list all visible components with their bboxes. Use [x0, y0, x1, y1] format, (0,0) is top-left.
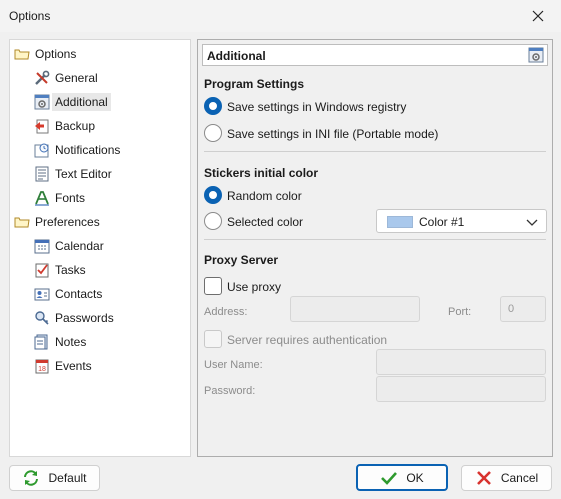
calendar-icon: [34, 238, 50, 254]
svg-text:18: 18: [38, 366, 46, 373]
checkmark-icon: [380, 469, 398, 487]
option-save-registry-label[interactable]: Save settings in Windows registry: [227, 100, 406, 114]
password-label: Password:: [204, 385, 256, 397]
option-save-ini-label[interactable]: Save settings in INI file (Portable mode…: [227, 127, 438, 141]
username-label: User Name:: [204, 359, 263, 371]
tree-item-tasks[interactable]: Tasks: [34, 259, 86, 281]
text-editor-icon: [34, 166, 50, 182]
title-bar: Options: [0, 0, 561, 32]
tree-item-options[interactable]: Options: [14, 43, 76, 65]
proxy-heading: Proxy Server: [204, 253, 279, 267]
notes-icon: [34, 334, 50, 350]
tree-item-text-editor[interactable]: Text Editor: [34, 163, 112, 185]
password-field[interactable]: [376, 376, 546, 402]
program-settings-heading: Program Settings: [204, 77, 305, 91]
tree-item-notifications[interactable]: Notifications: [34, 139, 120, 161]
default-button-label: Default: [48, 471, 87, 485]
backup-icon: [34, 118, 50, 134]
events-icon: 18: [34, 358, 50, 374]
chevron-down-icon: [526, 216, 538, 230]
ok-button[interactable]: OK: [356, 464, 448, 491]
divider: [204, 151, 546, 152]
option-selected-color-label[interactable]: Selected color: [227, 215, 303, 229]
port-field[interactable]: 0: [500, 296, 546, 322]
address-field[interactable]: [290, 296, 420, 322]
additional-settings-icon: [34, 94, 50, 110]
tools-icon: [34, 70, 50, 86]
option-random-color-label[interactable]: Random color: [227, 189, 302, 203]
panel-header: Additional: [202, 44, 548, 66]
window-title: Options: [9, 9, 51, 23]
fonts-icon: [34, 190, 50, 206]
radio-random-color[interactable]: [204, 186, 222, 204]
tree-item-backup[interactable]: Backup: [34, 115, 95, 137]
color-swatch: [387, 216, 413, 228]
radio-selected-color[interactable]: [204, 212, 222, 230]
color-select[interactable]: Color #1: [376, 209, 547, 233]
tree-item-preferences[interactable]: Preferences: [14, 211, 100, 233]
default-button[interactable]: Default: [9, 465, 100, 491]
folder-icon: [14, 46, 30, 62]
username-field[interactable]: [376, 349, 546, 375]
auth-label: Server requires authentication: [227, 333, 388, 347]
cancel-button[interactable]: Cancel: [461, 465, 552, 491]
tree-item-contacts[interactable]: Contacts: [34, 283, 102, 305]
port-label: Port:: [448, 306, 472, 318]
options-tree: Options General Additional Backup Notifi…: [9, 39, 191, 457]
ok-button-label: OK: [406, 470, 424, 485]
tasks-icon: [34, 262, 50, 278]
tree-item-passwords[interactable]: Passwords: [34, 307, 114, 329]
folder-icon: [14, 214, 30, 230]
radio-save-registry[interactable]: [204, 97, 222, 115]
stickers-heading: Stickers initial color: [204, 166, 319, 180]
color-select-value: Color #1: [419, 215, 465, 229]
cancel-x-icon: [475, 469, 493, 487]
address-label: Address:: [204, 306, 248, 318]
passwords-icon: [34, 310, 50, 326]
close-button[interactable]: [515, 0, 561, 32]
tree-item-notes[interactable]: Notes: [34, 331, 86, 353]
additional-settings-icon: [528, 47, 544, 63]
panel-title: Additional: [207, 49, 266, 63]
use-proxy-checkbox[interactable]: [204, 277, 222, 295]
tree-item-additional[interactable]: Additional: [34, 91, 111, 113]
contacts-icon: [34, 286, 50, 302]
divider: [204, 239, 546, 240]
tree-item-general[interactable]: General: [34, 67, 98, 89]
settings-panel: Additional Program Settings Save setting…: [197, 39, 553, 457]
tree-item-calendar[interactable]: Calendar: [34, 235, 104, 257]
notifications-icon: [34, 142, 50, 158]
radio-save-ini[interactable]: [204, 124, 222, 142]
tree-item-fonts[interactable]: Fonts: [34, 187, 85, 209]
close-icon: [532, 10, 544, 22]
use-proxy-label[interactable]: Use proxy: [227, 280, 281, 294]
auth-checkbox[interactable]: [204, 330, 222, 348]
refresh-icon: [22, 469, 40, 487]
port-value: 0: [508, 303, 515, 315]
cancel-button-label: Cancel: [500, 471, 539, 485]
tree-item-events[interactable]: 18 Events: [34, 355, 92, 377]
